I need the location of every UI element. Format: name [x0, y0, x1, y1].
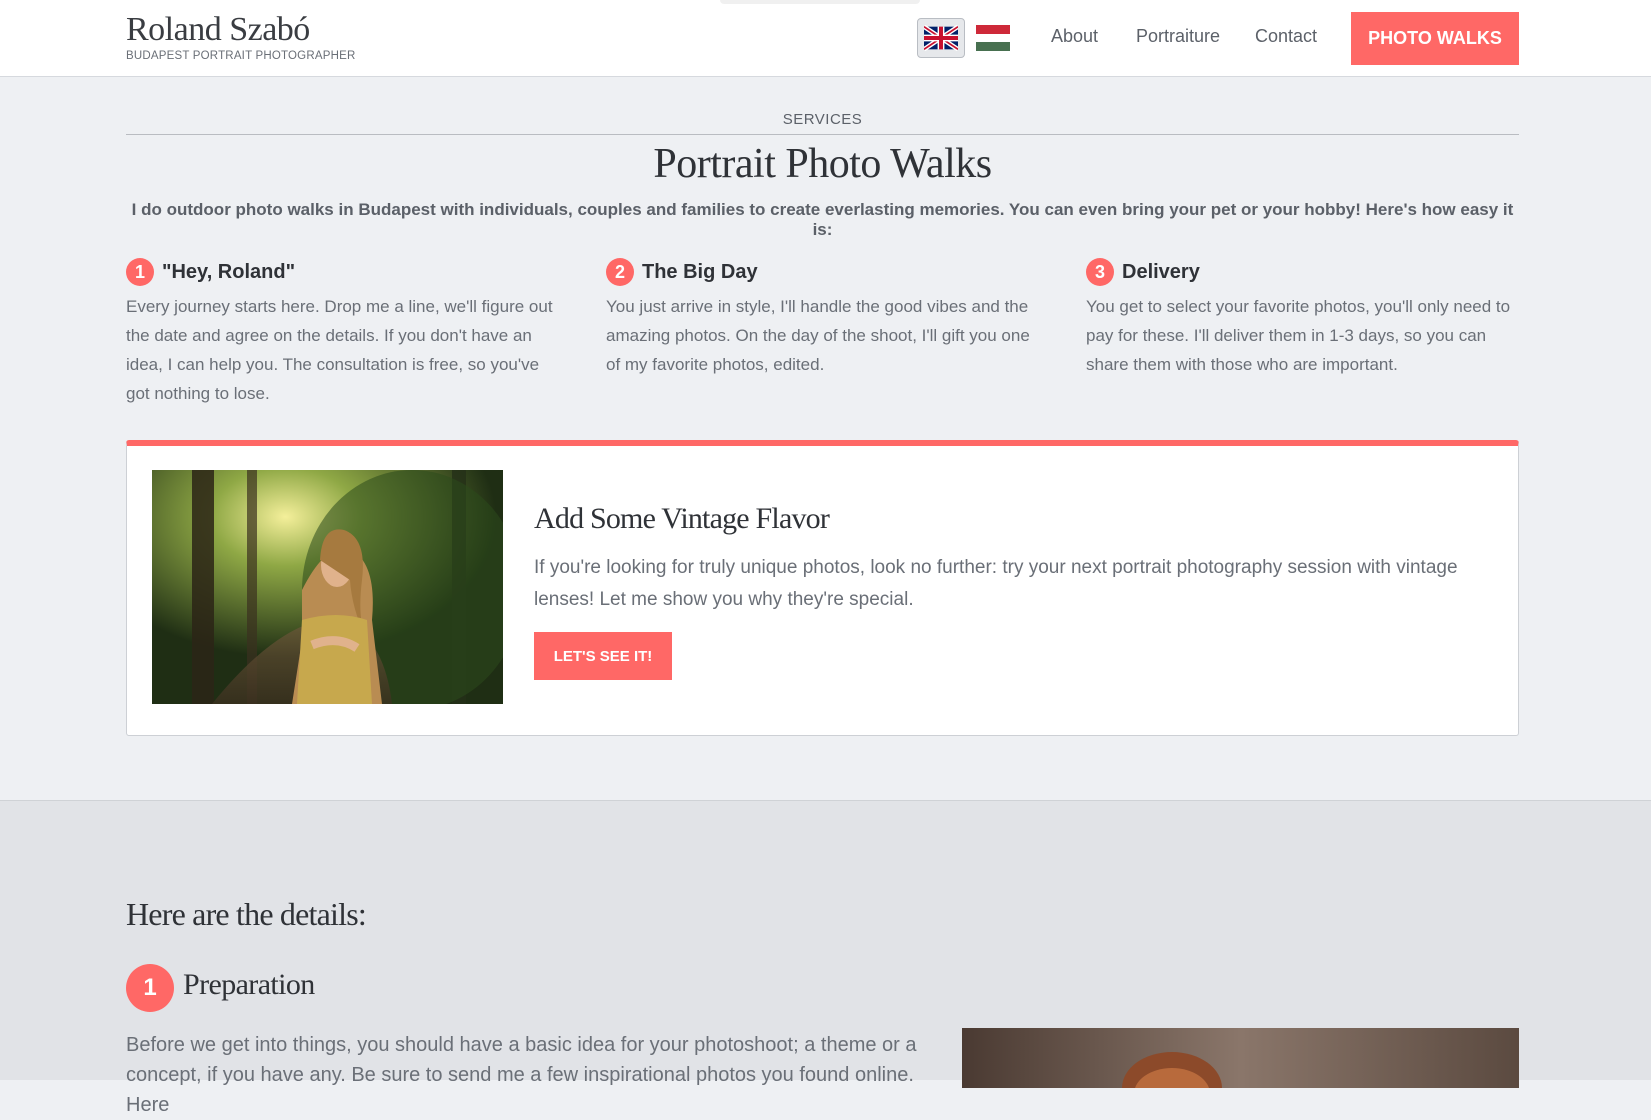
step-title: "Hey, Roland"	[162, 260, 296, 283]
preparation-number-badge: 1	[126, 964, 174, 1012]
step-card-2: 2 The Big Day You just arrive in style, …	[606, 258, 1036, 379]
language-english-button[interactable]	[917, 18, 965, 58]
brand-tagline: BUDAPEST PORTRAIT PHOTOGRAPHER	[126, 50, 356, 62]
lets-see-it-button[interactable]: LET'S SEE IT!	[534, 632, 672, 680]
brand-name[interactable]: Roland Szabó	[126, 10, 355, 50]
nav-about[interactable]: About	[1051, 26, 1098, 47]
uk-flag-icon	[924, 25, 958, 51]
photo-walks-button[interactable]: PHOTO WALKS	[1351, 12, 1519, 65]
step-card-3: 3 Delivery You get to select your favori…	[1086, 258, 1516, 379]
language-hungarian-button[interactable]	[969, 18, 1017, 58]
step-number-badge: 3	[1086, 258, 1114, 286]
step-description: Every journey starts here. Drop me a lin…	[126, 297, 553, 403]
vintage-lenses-card: Add Some Vintage Flavor If you're lookin…	[126, 440, 1519, 736]
step-number-badge: 1	[126, 258, 154, 286]
step-title: Delivery	[1122, 260, 1200, 283]
step-card-1: 1 "Hey, Roland" Every journey starts her…	[126, 258, 556, 408]
preparation-photo	[962, 1028, 1519, 1088]
nav-portraiture[interactable]: Portraiture	[1136, 26, 1220, 47]
step-description: You just arrive in style, I'll handle th…	[606, 297, 1030, 374]
step-number-badge: 2	[606, 258, 634, 286]
card-title: Add Some Vintage Flavor	[534, 502, 830, 535]
brand-logo[interactable]: Roland Szabó BUDAPEST PORTRAIT PHOTOGRAP…	[126, 10, 355, 62]
hungary-flag-icon	[976, 25, 1010, 52]
scroll-shadow	[720, 0, 920, 4]
nav-contact[interactable]: Contact	[1255, 26, 1317, 47]
site-header: Roland Szabó BUDAPEST PORTRAIT PHOTOGRAP…	[0, 0, 1651, 77]
preparation-title: Preparation	[183, 968, 315, 1001]
page-title: Portrait Photo Walks	[653, 141, 992, 187]
step-title: The Big Day	[642, 260, 758, 283]
step-description: You get to select your favorite photos, …	[1086, 297, 1511, 374]
section-divider	[126, 134, 1519, 135]
forest-portrait-photo	[152, 470, 503, 704]
intro-text: I do outdoor photo walks in Budapest wit…	[131, 200, 1514, 239]
card-description: If you're looking for truly unique photo…	[534, 557, 1458, 610]
details-heading: Here are the details:	[126, 896, 367, 932]
preparation-text: Before we get into things, you should ha…	[126, 1034, 917, 1116]
section-eyebrow: SERVICES	[782, 111, 863, 128]
